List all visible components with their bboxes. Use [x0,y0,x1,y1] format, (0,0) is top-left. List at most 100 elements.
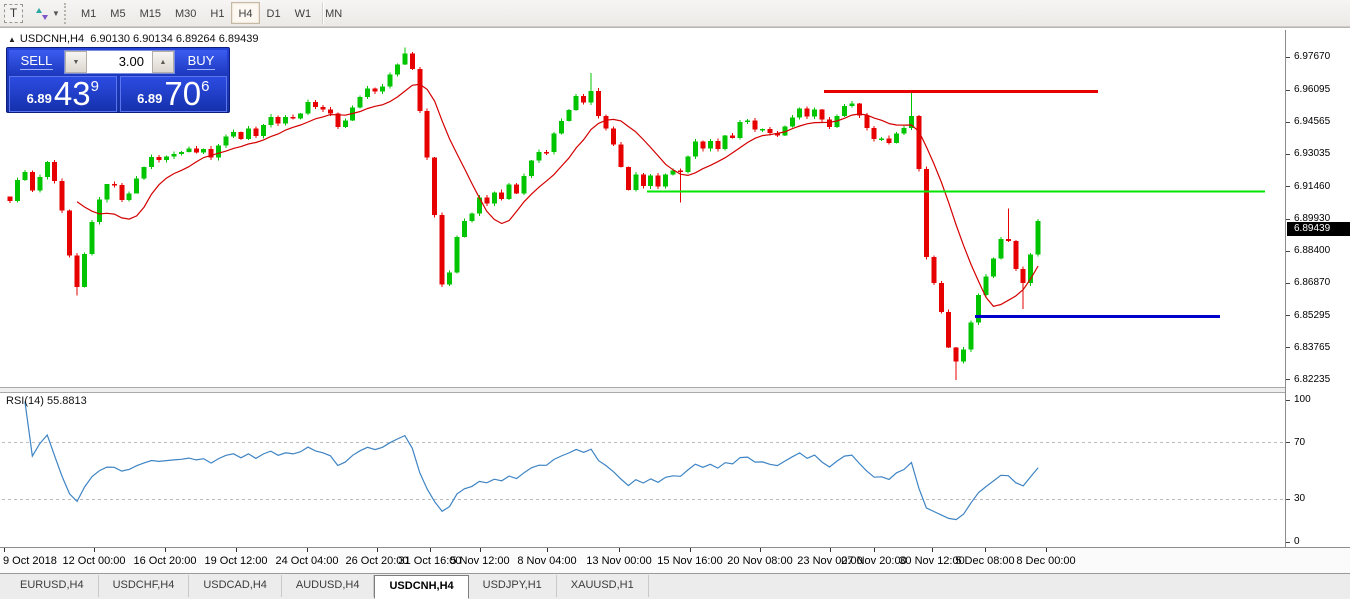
date-label: 8 Nov 04:00 [509,555,585,567]
price-axis-tick [1286,219,1290,220]
volume-decrease-button[interactable]: ▼ [65,51,87,73]
date-tick [1046,548,1047,552]
buy-price-box[interactable]: 6.89706 [120,76,228,112]
price-axis-label: 6.85295 [1294,310,1330,321]
date-tick [94,548,95,552]
sell-price-big: 43 [54,79,91,109]
chart-tab-usdcad[interactable]: USDCAD,H4 [189,575,282,597]
timeframe-button-d1[interactable]: D1 [260,2,288,24]
timeframe-buttons: M1M5M15M30H1H4D1W1MN [74,2,349,24]
rsi-chart[interactable] [2,393,1285,547]
date-tick [430,548,431,552]
price-axis-label: 6.94565 [1294,116,1330,127]
date-tick [619,548,620,552]
price-axis-tick [1286,315,1290,316]
double-arrow-icon [35,7,49,21]
price-axis-label: 6.91460 [1294,181,1330,192]
volume-stepper: ▼ 3.00 ▲ [64,50,175,74]
chart-tab-usdjpy[interactable]: USDJPY,H1 [469,575,557,597]
chart-frame: ▲ USDCNH,H4 6.90130 6.90134 6.89264 6.894… [0,27,1350,573]
rsi-axis-tick [1286,542,1290,543]
price-axis-label: 6.82235 [1294,374,1330,385]
timeframe-button-w1[interactable]: W1 [288,2,319,24]
date-tick [932,548,933,552]
chart-tab-bar: EURUSD,H4USDCHF,H4USDCAD,H4AUDUSD,H4USDC… [0,573,1350,599]
timeframe-button-h4[interactable]: H4 [231,2,259,24]
rsi-axis-label: 30 [1294,493,1305,504]
price-axis-label: 6.93035 [1294,148,1330,159]
chart-tab-xauusd[interactable]: XAUUSD,H1 [557,575,649,597]
collapse-triangle-icon[interactable]: ▲ [8,35,16,44]
price-axis-tick [1286,154,1290,155]
price-axis-tick [1286,379,1290,380]
date-axis[interactable]: 9 Oct 201812 Oct 00:0016 Oct 20:0019 Oct… [0,547,1350,574]
price-axis-tick [1286,347,1290,348]
date-tick [830,548,831,552]
price-axis-label: 6.97670 [1294,51,1330,62]
date-label: 8 Dec 00:00 [1008,555,1084,567]
rsi-axis-tick [1286,442,1290,443]
price-axis-label: 6.86870 [1294,277,1330,288]
date-tick [874,548,875,552]
timeframe-button-h1[interactable]: H1 [203,2,231,24]
date-label: 9 Oct 2018 [3,555,57,567]
date-label: 19 Oct 12:00 [198,555,274,567]
sell-price-box[interactable]: 6.89439 [9,76,117,112]
sell-button[interactable]: SELL [9,50,64,74]
toolbar: T ▼ M1M5M15M30H1H4D1W1MN [0,0,1350,27]
toolbar-grip[interactable] [64,3,68,24]
price-axis-label: 6.96095 [1294,84,1330,95]
date-tick [4,548,5,552]
date-tick [236,548,237,552]
chart-title: ▲ USDCNH,H4 6.90130 6.90134 6.89264 6.894… [8,33,258,45]
date-tick [690,548,691,552]
price-axis-tick [1286,57,1290,58]
rsi-axis-tick [1286,499,1290,500]
date-label: 15 Nov 16:00 [652,555,728,567]
date-label: 5 Nov 12:00 [442,555,518,567]
one-click-trading-panel: SELL ▼ 3.00 ▲ BUY 6.89439 6.89706 [6,47,230,113]
price-axis-tick [1286,186,1290,187]
timeframe-button-m30[interactable]: M30 [168,2,203,24]
date-tick [307,548,308,552]
date-tick [377,548,378,552]
timeframe-button-m15[interactable]: M15 [133,2,168,24]
chart-shift-icon[interactable]: ▼ [32,4,66,23]
chart-tab-usdchf[interactable]: USDCHF,H4 [99,575,190,597]
price-axis-tick [1286,251,1290,252]
date-label: 20 Nov 08:00 [722,555,798,567]
chart-tab-eurusd[interactable]: EURUSD,H4 [6,575,99,597]
price-axis-label: 6.89930 [1294,213,1330,224]
buy-price-big: 70 [164,79,201,109]
price-axis-label: 6.83765 [1294,342,1330,353]
chevron-down-icon: ▼ [52,9,60,18]
rsi-axis-label: 0 [1294,536,1300,547]
toolbar-separator [322,3,323,24]
timeframe-button-m5[interactable]: M5 [103,2,132,24]
price-chart-pane[interactable]: ▲ USDCNH,H4 6.90130 6.90134 6.89264 6.894… [2,30,1285,387]
volume-value[interactable]: 3.00 [87,51,152,73]
volume-increase-button[interactable]: ▲ [152,51,174,73]
date-label: 13 Nov 00:00 [581,555,657,567]
text-tool-icon[interactable]: T [4,4,23,23]
date-label: 16 Oct 20:00 [127,555,203,567]
price-axis-tick [1286,283,1290,284]
rsi-pane[interactable]: RSI(14) 55.8813 [2,393,1285,547]
chart-tab-audusd[interactable]: AUDUSD,H4 [282,575,375,597]
mt4-window: T ▼ M1M5M15M30H1H4D1W1MN ▲ USDCNH,H4 6.90… [0,0,1350,599]
chart-tab-usdcnh[interactable]: USDCNH,H4 [374,575,468,599]
price-axis[interactable]: 6.89439 6.976706.960956.945656.930356.91… [1285,30,1350,547]
timeframe-button-m1[interactable]: M1 [74,2,103,24]
price-axis-tick [1286,90,1290,91]
date-label: 12 Oct 00:00 [56,555,132,567]
date-label: 24 Oct 04:00 [269,555,345,567]
sell-price-prefix: 6.89 [27,89,52,109]
rsi-axis-label: 70 [1294,437,1305,448]
date-tick [547,548,548,552]
rsi-indicator-label: RSI(14) 55.8813 [6,395,87,407]
date-tick [985,548,986,552]
rsi-axis-label: 100 [1294,394,1311,405]
date-tick [480,548,481,552]
symbol-ohlc-text: USDCNH,H4 6.90130 6.90134 6.89264 6.8943… [20,33,259,45]
buy-button[interactable]: BUY [175,50,227,74]
